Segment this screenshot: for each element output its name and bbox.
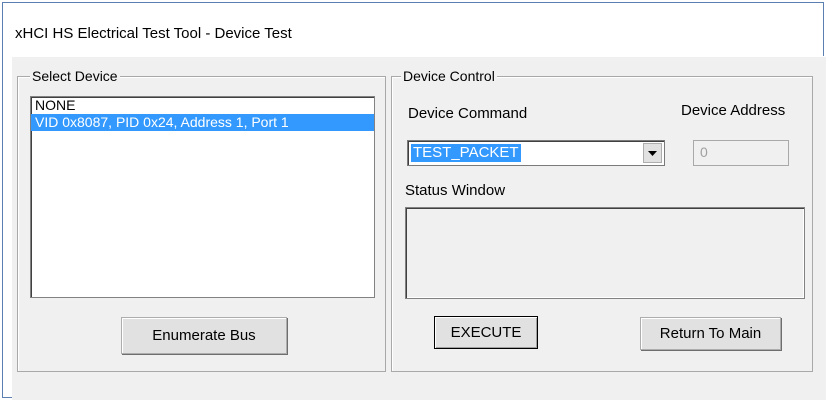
chevron-down-icon[interactable] xyxy=(643,143,662,163)
device-control-caption: Device Control xyxy=(401,68,497,84)
execute-button[interactable]: EXECUTE xyxy=(434,316,538,349)
device-address-field: 0 xyxy=(693,140,789,166)
title-bar[interactable]: xHCI HS Electrical Test Tool - Device Te… xyxy=(3,3,823,58)
list-item-selected[interactable]: VID 0x8087, PID 0x24, Address 1, Port 1 xyxy=(31,114,374,131)
device-command-label: Device Command xyxy=(408,105,528,122)
status-window-label: Status Window xyxy=(405,182,506,199)
device-command-value: TEST_PACKET xyxy=(411,144,521,162)
select-device-caption: Select Device xyxy=(30,68,120,84)
list-item[interactable]: NONE xyxy=(31,97,374,114)
status-window xyxy=(405,207,805,299)
window-title: xHCI HS Electrical Test Tool - Device Te… xyxy=(15,25,292,42)
device-command-select[interactable]: TEST_PACKET xyxy=(407,140,665,166)
device-listbox[interactable]: NONE VID 0x8087, PID 0x24, Address 1, Po… xyxy=(30,96,375,298)
return-to-main-button[interactable]: Return To Main xyxy=(640,317,781,350)
enumerate-bus-button[interactable]: Enumerate Bus xyxy=(121,317,287,354)
device-address-label: Device Address xyxy=(681,102,786,119)
